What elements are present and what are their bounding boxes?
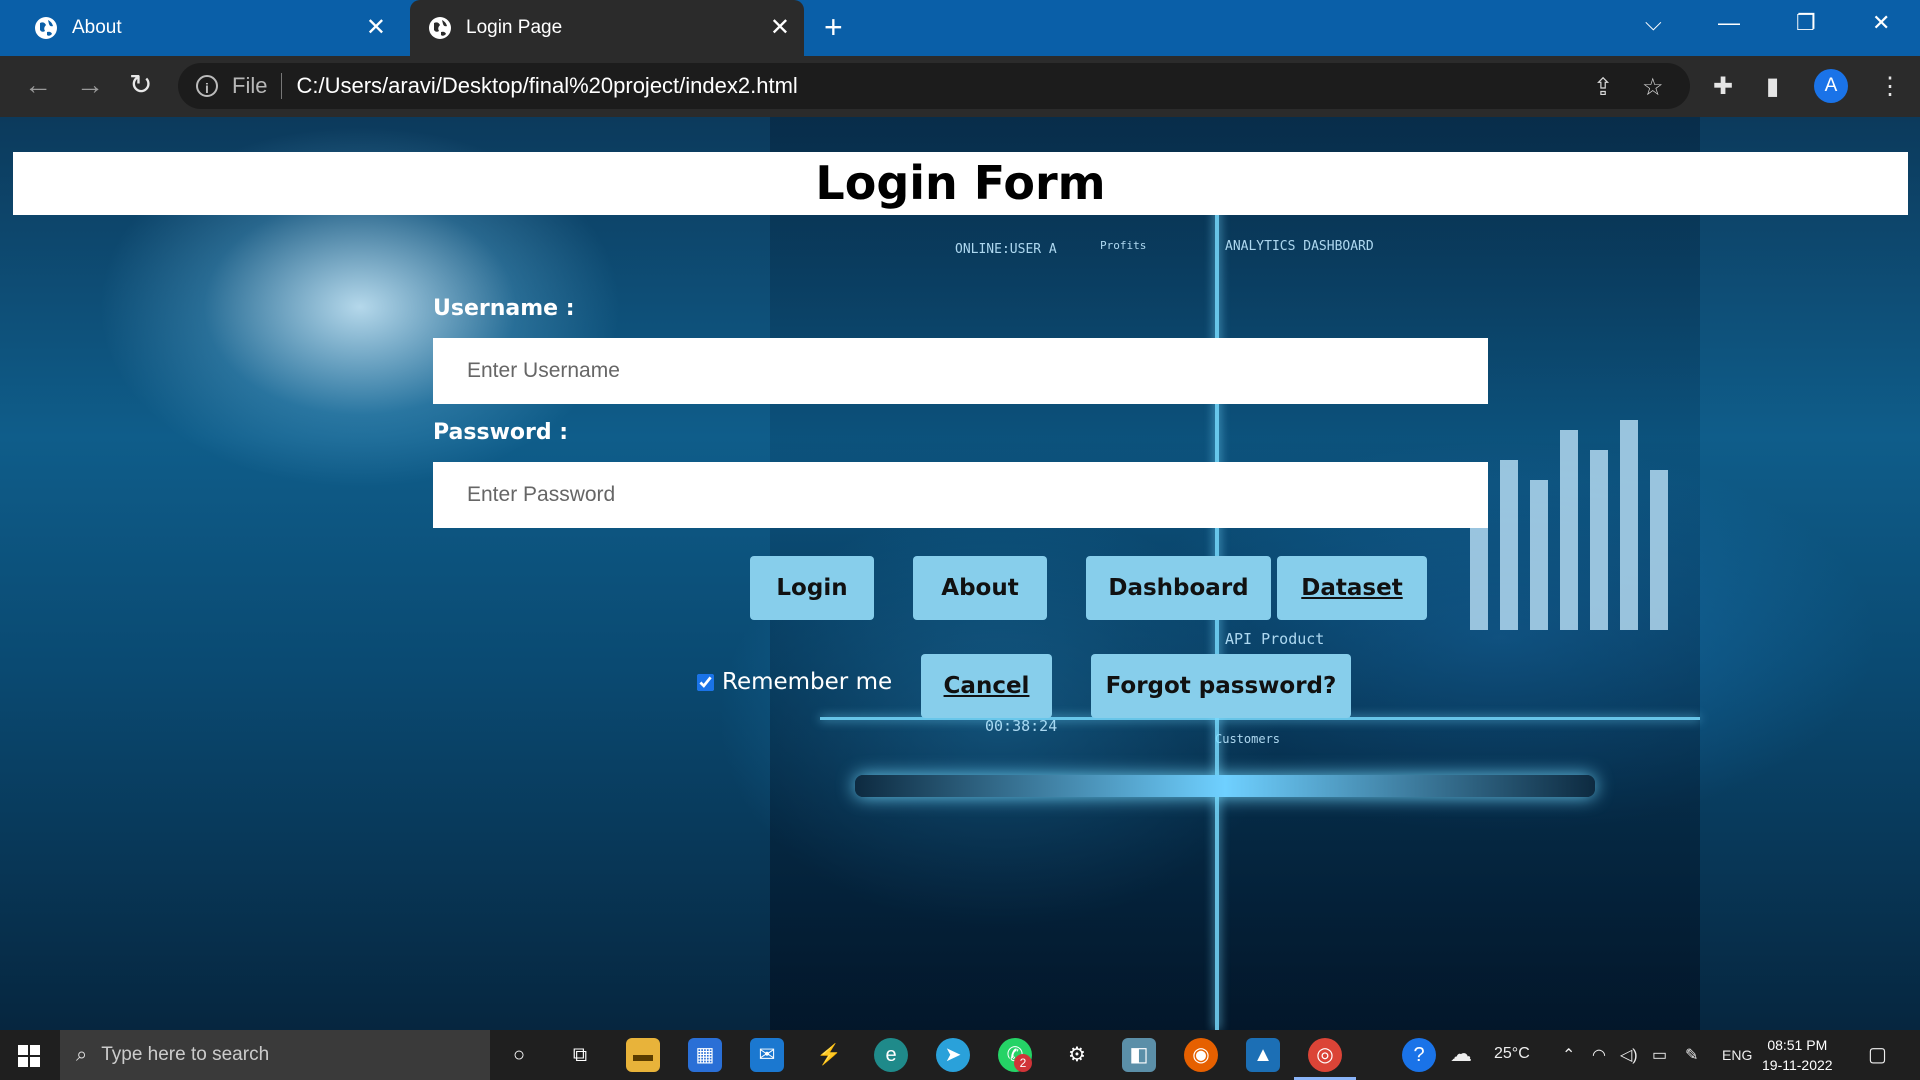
page-title: Login Form (815, 156, 1106, 210)
tab-login-page[interactable]: Login Page ✕ (410, 0, 804, 56)
store-icon[interactable]: ▦ (688, 1038, 722, 1072)
help-icon[interactable]: ? (1402, 1038, 1436, 1072)
bg-text: ONLINE:USER A (955, 242, 1057, 257)
firefox-icon[interactable]: ◉ (1184, 1038, 1218, 1072)
bg-bar (1650, 470, 1668, 630)
tab-search-chevron-icon[interactable]: ⌵ (1645, 10, 1662, 36)
tab-strip: About ✕ Login Page ✕ + ⌵ — ❐ ✕ (0, 0, 1920, 56)
bg-tablet (855, 775, 1595, 797)
back-icon[interactable]: ← (24, 70, 52, 100)
close-tab-icon[interactable]: ✕ (770, 16, 790, 40)
divider (281, 73, 283, 99)
edge-icon[interactable]: e (874, 1038, 908, 1072)
share-icon[interactable]: ⇪ (1593, 73, 1613, 102)
browser-toolbar: ← → ↻ i File C:/Users/aravi/Desktop/fina… (0, 56, 1920, 117)
scheme-label: File (232, 73, 268, 98)
forward-icon[interactable]: → (76, 70, 104, 100)
bg-bar (1560, 430, 1578, 630)
about-button[interactable]: About (913, 556, 1047, 620)
username-label: Username : (433, 296, 575, 321)
cancel-button[interactable]: Cancel (921, 654, 1052, 718)
reload-icon[interactable]: ↻ (129, 70, 152, 100)
dashboard-button[interactable]: Dashboard (1086, 556, 1271, 620)
bg-bar (1500, 460, 1518, 630)
volume-icon[interactable]: ◁) (1620, 1045, 1638, 1065)
task-view-icon[interactable]: ⧉ (563, 1038, 597, 1072)
password-input[interactable] (433, 462, 1488, 528)
tab-title: About (72, 17, 122, 38)
url-text[interactable]: C:/Users/aravi/Desktop/final%20project/i… (296, 73, 797, 99)
dataset-button[interactable]: Dataset (1277, 556, 1427, 620)
bg-bar (1530, 480, 1548, 630)
language-indicator[interactable]: ENG (1722, 1047, 1752, 1063)
close-tab-icon[interactable]: ✕ (366, 16, 386, 40)
bg-text: Profits (1100, 239, 1147, 252)
menu-kebab-icon[interactable]: ⋮ (1878, 72, 1902, 101)
photos-icon[interactable]: ▲ (1246, 1038, 1280, 1072)
windows-start-icon[interactable] (18, 1045, 40, 1067)
bg-bar (1620, 420, 1638, 630)
bg-text: Customers (1215, 732, 1281, 746)
globe-icon (35, 17, 57, 39)
cortana-icon[interactable]: ○ (502, 1038, 536, 1072)
clock-date: 19-11-2022 (1762, 1057, 1833, 1073)
file-explorer-icon[interactable]: ▬ (626, 1038, 660, 1072)
bookmark-star-icon[interactable]: ☆ (1642, 73, 1664, 102)
remember-me[interactable]: Remember me (697, 669, 892, 695)
wifi-icon[interactable]: ◠ (1592, 1045, 1606, 1065)
minimize-icon[interactable]: — (1718, 10, 1740, 36)
remember-me-checkbox[interactable] (697, 673, 714, 691)
taskbar-search[interactable]: ⌕ Type here to search (60, 1030, 490, 1080)
notifications-icon[interactable]: ▢ (1868, 1042, 1887, 1067)
forgot-password-button[interactable]: Forgot password? (1091, 654, 1351, 718)
app-icon[interactable]: ◧ (1122, 1038, 1156, 1072)
bg-bar (1590, 450, 1608, 630)
username-input[interactable] (433, 338, 1488, 404)
pen-icon[interactable]: ✎ (1685, 1045, 1698, 1065)
battery-icon[interactable]: ▭ (1652, 1045, 1667, 1065)
clock-time: 08:51 PM (1767, 1037, 1828, 1053)
restore-icon[interactable]: ❐ (1796, 10, 1816, 36)
settings-gear-icon[interactable]: ⚙ (1060, 1038, 1094, 1072)
page-title-bar: Login Form (13, 152, 1908, 215)
taskbar-search-placeholder: Type here to search (101, 1044, 270, 1065)
chrome-icon[interactable]: ◎ (1294, 1038, 1356, 1080)
extensions-icon[interactable]: ✚ (1713, 72, 1733, 101)
mail-icon[interactable]: ✉ (750, 1038, 784, 1072)
page-viewport: ONLINE:USER A Profits ANALYTICS DASHBOAR… (0, 117, 1920, 1030)
taskbar: ⌕ Type here to search ○ ⧉ ▬ ▦ ✉ ⚡ e ➤ ✆ … (0, 1030, 1920, 1080)
bg-text: ANALYTICS DASHBOARD (1225, 239, 1374, 254)
globe-icon (429, 17, 451, 39)
login-button[interactable]: Login (750, 556, 874, 620)
app-icon[interactable]: ⚡ (812, 1038, 846, 1072)
new-tab-icon[interactable]: + (824, 10, 843, 44)
password-label: Password : (433, 420, 569, 445)
remember-me-label: Remember me (722, 669, 893, 695)
bg-text: API Product (1225, 630, 1325, 648)
profile-avatar[interactable]: A (1814, 69, 1848, 103)
weather-temp[interactable]: 25°C (1494, 1045, 1530, 1063)
clock[interactable]: 08:51 PM 19-11-2022 (1762, 1035, 1833, 1075)
search-icon: ⌕ (76, 1043, 88, 1066)
side-panel-icon[interactable]: ▮ (1766, 72, 1779, 101)
info-icon[interactable]: i (196, 75, 218, 97)
tab-title: Login Page (466, 17, 563, 38)
close-window-icon[interactable]: ✕ (1872, 10, 1890, 36)
chevron-up-icon[interactable]: ⌃ (1562, 1045, 1575, 1065)
telegram-icon[interactable]: ➤ (936, 1038, 970, 1072)
address-bar[interactable]: i File C:/Users/aravi/Desktop/final%20pr… (178, 63, 1690, 109)
tab-about[interactable]: About ✕ (0, 0, 400, 56)
notification-badge: 2 (1014, 1054, 1032, 1072)
weather-icon[interactable]: ☁ (1450, 1041, 1472, 1067)
